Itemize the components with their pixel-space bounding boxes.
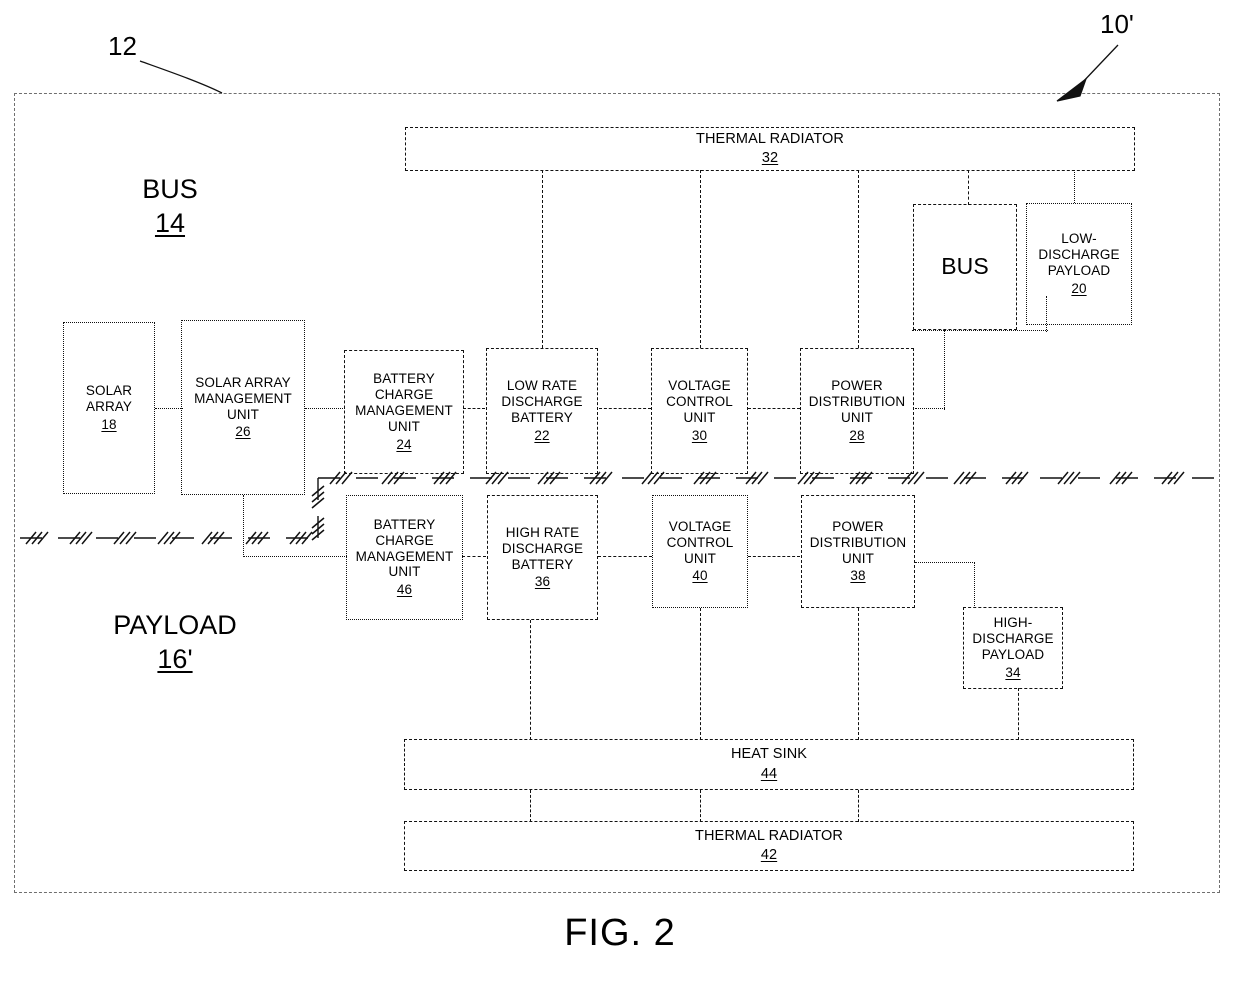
block-voltage-control-unit-40[interactable]: VOLTAGE CONTROL UNIT 40 bbox=[652, 495, 748, 608]
block-heat-sink-44[interactable]: HEAT SINK 44 bbox=[404, 739, 1134, 790]
block-ref: 40 bbox=[692, 568, 708, 584]
block-label: VOLTAGE CONTROL UNIT bbox=[666, 518, 734, 566]
block-ref: 36 bbox=[534, 574, 551, 590]
block-ref: 44 bbox=[760, 765, 778, 782]
block-ref: 46 bbox=[396, 582, 413, 598]
block-ref: 28 bbox=[849, 427, 865, 443]
block-label: POWER DISTRIBUTION UNIT bbox=[808, 378, 906, 425]
block-label: HIGH RATE DISCHARGE BATTERY bbox=[501, 524, 584, 572]
section-label-text: PAYLOAD bbox=[113, 610, 237, 640]
figure-caption-text: FIG. 2 bbox=[564, 912, 676, 954]
block-bus-node[interactable]: BUS bbox=[913, 204, 1017, 330]
section-ref: 14 bbox=[154, 207, 186, 238]
section-label-bus: BUS 14 bbox=[95, 173, 245, 241]
block-label: HEAT SINK bbox=[730, 746, 808, 763]
block-label: THERMAL RADIATOR bbox=[695, 827, 843, 844]
block-power-distribution-unit-38[interactable]: POWER DISTRIBUTION UNIT 38 bbox=[801, 495, 915, 608]
block-battery-charge-management-unit-46[interactable]: BATTERY CHARGE MANAGEMENT UNIT 46 bbox=[346, 495, 463, 620]
section-label-text: BUS bbox=[142, 174, 198, 204]
block-label: HIGH- DISCHARGE PAYLOAD bbox=[972, 615, 1054, 662]
block-label: THERMAL RADIATOR bbox=[696, 130, 844, 147]
block-label: SOLAR ARRAY bbox=[85, 383, 133, 415]
block-label: SOLAR ARRAY MANAGEMENT UNIT bbox=[194, 374, 292, 422]
block-ref: 32 bbox=[761, 150, 779, 166]
block-thermal-radiator-42[interactable]: THERMAL RADIATOR 42 bbox=[404, 821, 1134, 871]
block-power-distribution-unit-28[interactable]: POWER DISTRIBUTION UNIT 28 bbox=[800, 348, 914, 474]
figure-caption: FIG. 2 bbox=[0, 912, 1240, 955]
block-high-rate-discharge-battery-36[interactable]: HIGH RATE DISCHARGE BATTERY 36 bbox=[487, 495, 598, 620]
block-ref: 22 bbox=[534, 427, 550, 443]
section-ref: 16' bbox=[157, 643, 193, 674]
block-solar-array-management-unit-26[interactable]: SOLAR ARRAY MANAGEMENT UNIT 26 bbox=[181, 320, 305, 495]
patent-figure: THERMAL RADIATOR 32 BUS LOW- DISCHARGE P… bbox=[0, 0, 1240, 981]
block-high-discharge-payload-34[interactable]: HIGH- DISCHARGE PAYLOAD 34 bbox=[963, 607, 1063, 689]
block-low-rate-discharge-battery-22[interactable]: LOW RATE DISCHARGE BATTERY 22 bbox=[486, 348, 598, 474]
block-label: BATTERY CHARGE MANAGEMENT UNIT bbox=[355, 371, 453, 434]
block-ref: 24 bbox=[396, 436, 412, 452]
block-label: BUS bbox=[941, 253, 989, 280]
block-battery-charge-management-unit-24[interactable]: BATTERY CHARGE MANAGEMENT UNIT 24 bbox=[344, 350, 464, 474]
block-ref: 38 bbox=[850, 568, 866, 584]
block-ref: 18 bbox=[101, 416, 117, 432]
reference-numeral-text: 12 bbox=[108, 31, 137, 61]
block-label: BATTERY CHARGE MANAGEMENT UNIT bbox=[355, 516, 454, 580]
reference-numeral-12: 12 bbox=[108, 31, 137, 62]
block-ref: 30 bbox=[691, 427, 708, 443]
block-ref: 42 bbox=[760, 847, 778, 863]
block-ref: 34 bbox=[1005, 664, 1021, 680]
block-low-discharge-payload-20[interactable]: LOW- DISCHARGE PAYLOAD 20 bbox=[1026, 203, 1132, 325]
block-label: POWER DISTRIBUTION UNIT bbox=[809, 518, 907, 566]
block-voltage-control-unit-30[interactable]: VOLTAGE CONTROL UNIT 30 bbox=[651, 348, 748, 474]
block-ref: 26 bbox=[235, 424, 251, 440]
block-label: VOLTAGE CONTROL UNIT bbox=[666, 378, 733, 425]
reference-numeral-text: 10' bbox=[1100, 9, 1134, 39]
block-label: LOW- DISCHARGE PAYLOAD bbox=[1038, 231, 1120, 278]
block-thermal-radiator-32[interactable]: THERMAL RADIATOR 32 bbox=[405, 127, 1135, 171]
block-solar-array-18[interactable]: SOLAR ARRAY 18 bbox=[63, 322, 155, 494]
section-label-payload: PAYLOAD 16' bbox=[65, 609, 285, 677]
block-label: LOW RATE DISCHARGE BATTERY bbox=[501, 378, 583, 425]
block-ref: 20 bbox=[1071, 280, 1087, 296]
reference-numeral-10-prime: 10' bbox=[1100, 9, 1134, 40]
